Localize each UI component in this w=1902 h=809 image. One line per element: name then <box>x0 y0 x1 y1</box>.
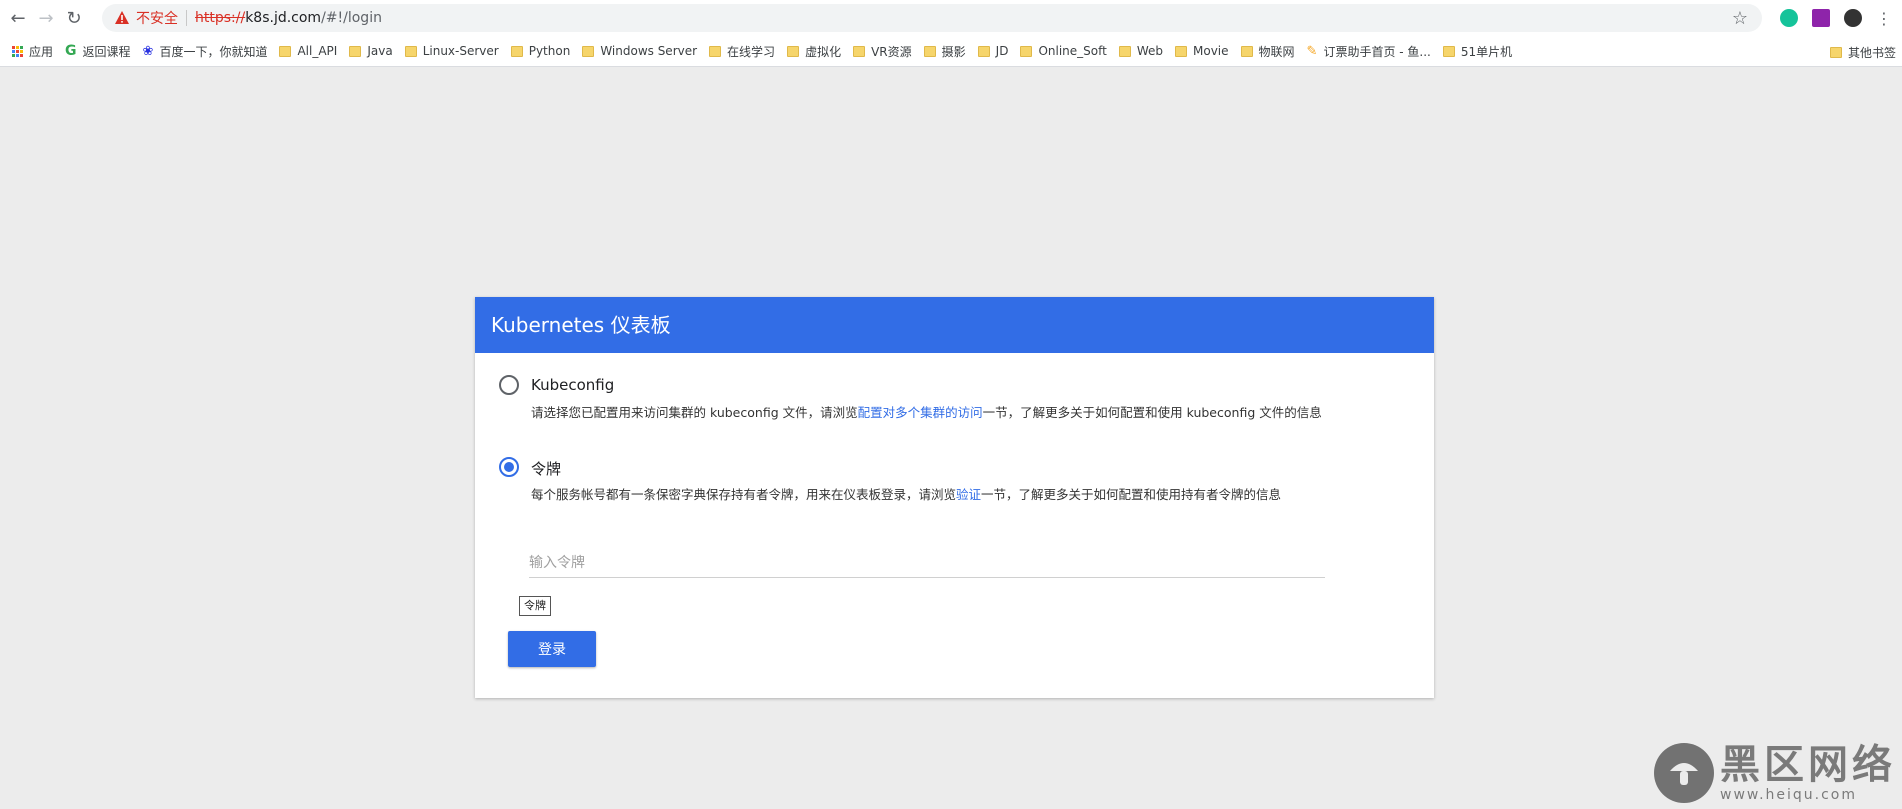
token-tooltip: 令牌 <box>519 596 551 616</box>
omnibox-divider <box>186 10 187 26</box>
grammarly-icon: G <box>65 43 77 59</box>
bookmark-item[interactable]: Online_Soft <box>1020 44 1107 58</box>
bookmark-item[interactable]: 物联网 <box>1240 43 1295 60</box>
bookmark-item[interactable]: Movie <box>1175 44 1229 58</box>
bookmark-label: 在线学习 <box>727 44 776 59</box>
folder-icon <box>404 45 417 57</box>
authentication-link[interactable]: 验证 <box>956 487 981 502</box>
bookmark-label: Web <box>1136 44 1163 58</box>
kubeconfig-radio[interactable] <box>499 375 519 395</box>
axure-extension-icon[interactable] <box>1812 9 1830 27</box>
folder-icon <box>1240 45 1253 57</box>
ticket-icon: ✎ <box>1306 43 1318 59</box>
folder-icon <box>349 45 362 57</box>
bookmark-label: All_API <box>297 44 338 58</box>
card-title: Kubernetes 仪表板 <box>475 297 1434 353</box>
folder-icon <box>977 45 990 57</box>
bookmark-label: Java <box>367 44 393 58</box>
bookmark-item[interactable]: ✎ 订票助手首页 - 鱼... <box>1307 43 1431 60</box>
folder-icon <box>582 45 595 57</box>
bookmark-label: 返回课程 <box>82 44 131 59</box>
bookmark-item[interactable]: Windows Server <box>582 44 697 58</box>
bookmark-star-icon[interactable]: ☆ <box>1732 8 1748 29</box>
folder-icon <box>1020 45 1033 57</box>
kubeconfig-description: 请选择您已配置用来访问集群的 kubeconfig 文件，请浏览配置对多个集群的… <box>531 403 1391 422</box>
folder-icon <box>1118 45 1131 57</box>
reload-icon[interactable]: ↻ <box>60 4 88 32</box>
bookmark-label: Python <box>528 44 571 58</box>
bookmark-label: JD <box>995 44 1009 58</box>
site-watermark: 黑区网络 www.heiqu.com <box>1654 743 1896 803</box>
apps-grid-icon <box>12 45 23 57</box>
bookmark-label: 摄影 <box>941 44 966 59</box>
bookmark-item[interactable]: VR资源 <box>853 43 912 60</box>
bookmark-label: Online_Soft <box>1038 44 1107 58</box>
multi-cluster-access-link[interactable]: 配置对多个集群的访问 <box>858 405 983 420</box>
profile-avatar[interactable] <box>1844 9 1862 27</box>
other-bookmarks-label: 其他书签 <box>1847 46 1896 60</box>
bookmark-item[interactable]: Web <box>1118 44 1163 58</box>
baidu-icon: ❀ <box>142 43 154 59</box>
kubeconfig-desc-text-end: 一节，了解更多关于如何配置和使用 kubeconfig 文件的信息 <box>982 405 1322 420</box>
bookmark-item[interactable]: 应用 <box>12 43 53 60</box>
watermark-url: www.heiqu.com <box>1720 787 1858 803</box>
browser-toolbar: ← → ↻ 不安全 https:// k8s.jd.com /#!/login … <box>0 0 1902 36</box>
back-arrow-icon[interactable]: ← <box>4 4 32 32</box>
folder-icon <box>709 45 722 57</box>
bookmark-label: Linux-Server <box>422 44 499 58</box>
forward-arrow-icon[interactable]: → <box>32 4 60 32</box>
kubeconfig-desc-text: 请选择您已配置用来访问集群的 kubeconfig 文件，请浏览 <box>531 405 858 420</box>
bookmark-label: Windows Server <box>600 44 698 58</box>
bookmark-item[interactable]: All_API <box>279 44 337 58</box>
bookmark-item[interactable]: ❀ 百度一下，你就知道 <box>143 43 268 60</box>
bookmark-label: Movie <box>1193 44 1229 58</box>
token-radio[interactable] <box>499 457 519 477</box>
bookmark-label: 百度一下，你就知道 <box>159 44 268 59</box>
bookmark-item[interactable]: 在线学习 <box>709 43 775 60</box>
bookmark-label: 物联网 <box>1258 44 1295 59</box>
menu-dots-icon[interactable]: ⋮ <box>1876 9 1892 28</box>
token-desc-text-end: 一节，了解更多关于如何配置和使用持有者令牌的信息 <box>981 487 1282 502</box>
bookmark-label: 订票助手首页 - 鱼... <box>1323 44 1431 59</box>
login-card: Kubernetes 仪表板 Kubeconfig 请选择您已配置用来访问集群的… <box>475 297 1434 698</box>
folder-icon <box>853 45 866 57</box>
token-input[interactable] <box>529 549 1325 578</box>
folder-icon <box>510 45 523 57</box>
folder-icon <box>787 45 800 57</box>
watermark-title: 黑区网络 <box>1720 742 1896 788</box>
bookmark-item[interactable]: 虚拟化 <box>787 43 841 60</box>
warning-icon <box>115 11 129 24</box>
folder-icon <box>1442 45 1455 57</box>
address-bar[interactable]: 不安全 https:// k8s.jd.com /#!/login ☆ <box>102 4 1762 32</box>
bookmark-item[interactable]: G 返回课程 <box>65 43 131 60</box>
kubeconfig-label: Kubeconfig <box>531 376 615 394</box>
bookmark-item[interactable]: Linux-Server <box>404 44 499 58</box>
bookmark-item[interactable]: JD <box>977 44 1009 58</box>
other-bookmarks[interactable]: 其他书签 <box>1823 44 1896 61</box>
folder-icon <box>1175 45 1187 57</box>
bookmark-label: 应用 <box>29 44 54 59</box>
bookmark-label: 51单片机 <box>1460 44 1513 59</box>
bookmark-item[interactable]: 摄影 <box>923 43 966 60</box>
folder-icon <box>279 45 292 57</box>
token-desc-text: 每个服务帐号都有一条保密字典保存持有者令牌，用来在仪表板登录，请浏览 <box>531 487 957 502</box>
url-path: /#!/login <box>321 10 382 26</box>
login-button[interactable]: 登录 <box>508 631 596 667</box>
bookmarks-bar: 应用 G 返回课程 ❀ 百度一下，你就知道 All_API Java Linux-Server… <box>0 36 1902 67</box>
bookmark-label: VR资源 <box>871 44 912 59</box>
bookmark-item[interactable]: Python <box>510 44 571 58</box>
folder-icon <box>923 45 936 57</box>
bookmark-item[interactable]: Java <box>349 44 393 58</box>
insecure-label: 不安全 <box>136 11 178 27</box>
token-description: 每个服务帐号都有一条保密字典保存持有者令牌，用来在仪表板登录，请浏览验证一节，了… <box>531 485 1391 504</box>
grammarly-extension-icon[interactable] <box>1780 9 1798 27</box>
extension-icons: ⋮ <box>1780 0 1902 36</box>
mushroom-logo-icon <box>1654 743 1714 803</box>
token-label: 令牌 <box>531 460 562 478</box>
folder-icon <box>1829 47 1842 58</box>
bookmark-item[interactable]: 51单片机 <box>1442 43 1513 60</box>
bookmark-label: 虚拟化 <box>805 44 842 59</box>
url-scheme: https:// <box>195 10 246 26</box>
url-host: k8s.jd.com <box>245 10 322 26</box>
